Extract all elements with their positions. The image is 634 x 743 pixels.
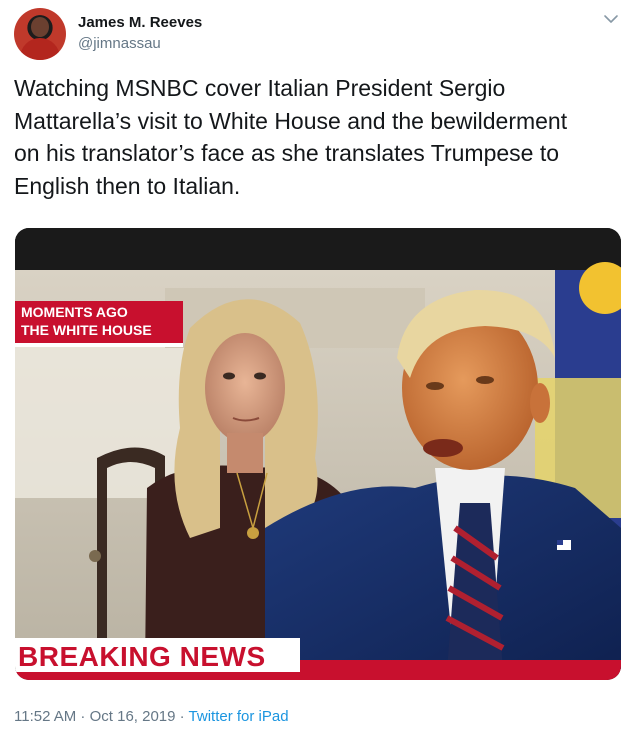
tweet-text-line: English then to Italian. <box>14 172 241 199</box>
chevron-down-icon[interactable] <box>602 10 620 28</box>
tweet-text-line: on his translator’s face as she translat… <box>14 140 560 166</box>
avatar[interactable] <box>14 8 66 60</box>
breaking-news-label: BREAKING NEWS <box>18 641 266 672</box>
tweet-card: James M. Reeves @jimnassau Watching MSNB… <box>0 0 634 743</box>
tweet-header: James M. Reeves @jimnassau <box>14 8 620 62</box>
tweet-meta: 11:52 AM · Oct 16, 2019 · Twitter for iP… <box>14 708 289 725</box>
tweet-photo[interactable]: MOMENTS AGO THE WHITE HOUSE BREAKING NEW… <box>15 228 621 680</box>
chyron-line-1: MOMENTS AGO <box>21 304 128 320</box>
timestamp[interactable]: 11:52 AM · Oct 16, 2019 · <box>14 708 189 725</box>
author-name[interactable]: James M. Reeves <box>78 14 202 31</box>
tv-bezel <box>15 228 621 270</box>
author-handle[interactable]: @jimnassau <box>78 35 161 52</box>
tweet-text-line: Mattarella’s visit to White House and th… <box>14 107 568 134</box>
tweet-text: Watching MSNBC cover Italian President S… <box>14 72 620 202</box>
source-link[interactable]: Twitter for iPad <box>189 708 289 725</box>
tweet-text-line: Watching MSNBC cover Italian President S… <box>14 75 506 101</box>
tv-screen-photo: MOMENTS AGO THE WHITE HOUSE BREAKING NEW… <box>15 228 621 680</box>
chyron-line-2: THE WHITE HOUSE <box>21 322 152 338</box>
